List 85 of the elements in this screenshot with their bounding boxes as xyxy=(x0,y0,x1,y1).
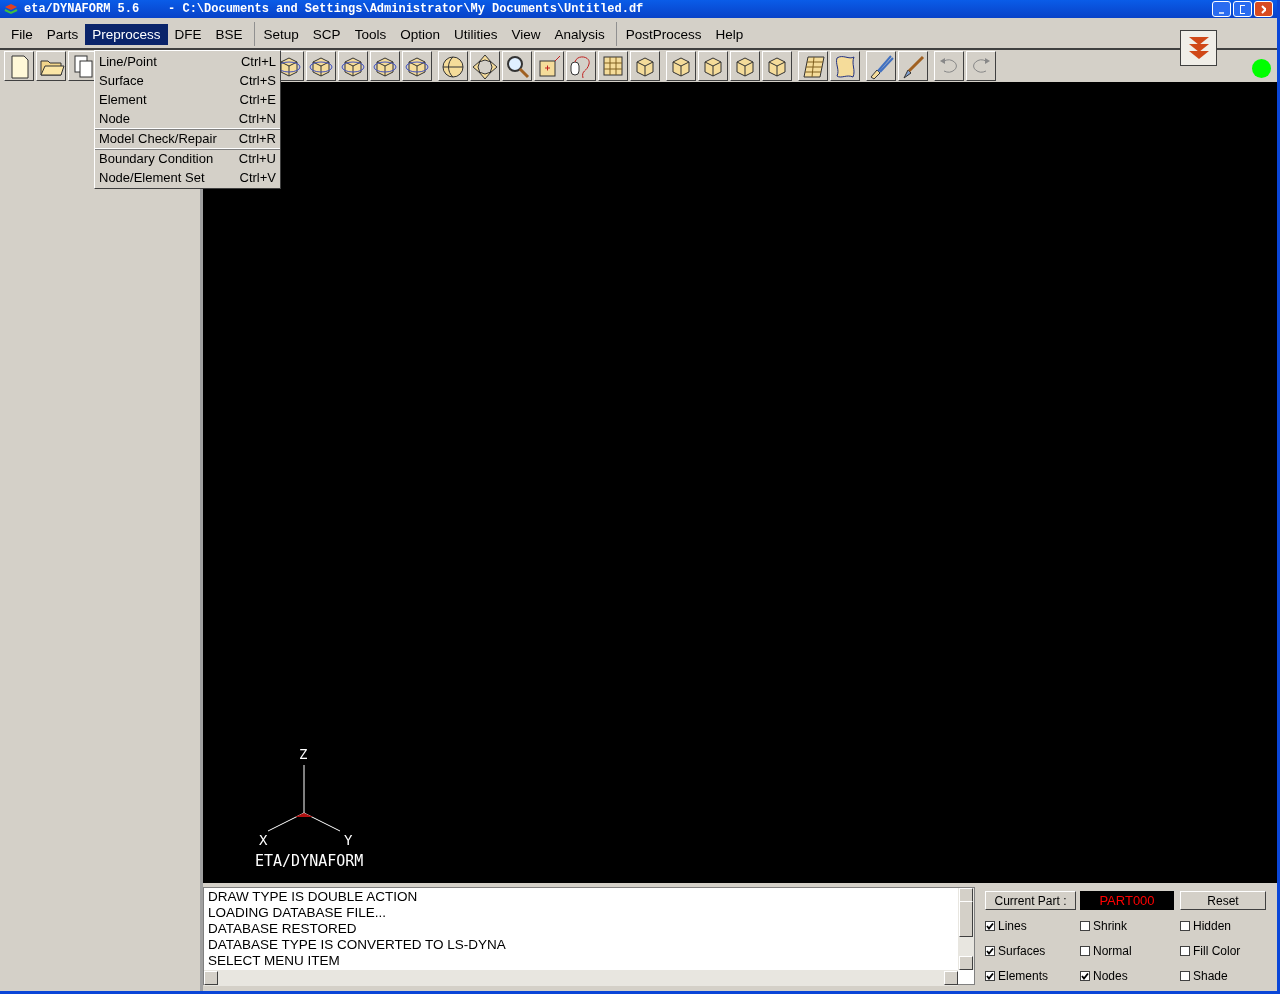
pen-icon[interactable] xyxy=(898,51,928,81)
cube-icon[interactable] xyxy=(698,51,728,81)
log-line: DATABASE TYPE IS CONVERTED TO LS-DYNA xyxy=(208,937,507,953)
minimize-icon xyxy=(1219,11,1224,14)
axis-label: Z xyxy=(299,746,308,762)
mouse-icon[interactable] xyxy=(566,51,596,81)
checkbox[interactable] xyxy=(1180,970,1190,981)
cube-icon[interactable] xyxy=(630,51,660,81)
dropdown-item[interactable]: Surface Ctrl+S xyxy=(95,71,280,90)
rotate-cube-icon[interactable] xyxy=(370,51,400,81)
checkbox-label: Elements xyxy=(998,968,1049,983)
maximize-button[interactable] xyxy=(1233,1,1252,17)
brush-icon[interactable] xyxy=(866,51,896,81)
open-folder-icon[interactable] xyxy=(36,51,66,81)
checkbox-label: Surfaces xyxy=(998,943,1046,958)
log-line: SELECT MENU ITEM xyxy=(208,953,341,969)
checkbox[interactable] xyxy=(1080,920,1090,931)
log-line: DATABASE RESTORED xyxy=(208,921,358,937)
reset-button[interactable]: Reset xyxy=(1180,891,1266,910)
checkbox-label: Lines xyxy=(998,918,1027,933)
log-line: DRAW TYPE IS DOUBLE ACTION xyxy=(208,889,419,905)
dropdown-item[interactable]: Line/Point Ctrl+L xyxy=(95,52,280,71)
checkbox[interactable] xyxy=(985,920,995,931)
minimize-button[interactable] xyxy=(1212,1,1231,17)
vertical-scrollbar[interactable] xyxy=(958,888,974,970)
logo-text: ETA/DYNAFORM xyxy=(255,852,364,870)
cube-icon[interactable] xyxy=(762,51,792,81)
dropdown-item[interactable]: Model Check/Repair Ctrl+R xyxy=(95,129,280,148)
current-part-field: PART000 xyxy=(1080,891,1174,910)
menu-item[interactable]: BSE xyxy=(208,23,250,45)
zoom-icon[interactable] xyxy=(502,51,532,81)
axis-label: X xyxy=(259,832,268,848)
zoom-box-icon[interactable] xyxy=(534,51,564,81)
menu-item[interactable]: Tools xyxy=(347,23,394,45)
undo-icon[interactable] xyxy=(934,51,964,81)
checkbox[interactable] xyxy=(1080,970,1090,981)
mesh-icon[interactable] xyxy=(798,51,828,81)
window-title: eta/DYNAFORM 5.6 - C:\Documents and Settings\Administrator\My Documents\Untitled.df xyxy=(24,2,644,16)
collapse-button[interactable] xyxy=(1180,30,1217,66)
axis-label: Y xyxy=(344,832,353,848)
dropdown-item[interactable]: Boundary Condition Ctrl+U xyxy=(95,149,280,168)
menu-item[interactable]: View xyxy=(504,23,548,45)
surface-patch-icon[interactable] xyxy=(830,51,860,81)
pan-arrows-icon[interactable] xyxy=(470,51,500,81)
cube-icon[interactable] xyxy=(730,51,760,81)
checkbox-label: Hidden xyxy=(1193,918,1232,933)
cube-icon[interactable] xyxy=(666,51,696,81)
menu-item[interactable]: Analysis xyxy=(547,23,612,45)
log-line: LOADING DATABASE FILE... xyxy=(208,905,388,921)
grid-icon[interactable] xyxy=(598,51,628,81)
horizontal-scrollbar[interactable] xyxy=(204,970,958,986)
dropdown-item[interactable]: Node/Element Set Ctrl+V xyxy=(95,168,280,187)
menu-item[interactable]: PostProcess xyxy=(618,23,709,45)
menu-item[interactable]: Help xyxy=(708,23,751,45)
menu-item[interactable]: Parts xyxy=(39,23,86,45)
checkbox-label: Nodes xyxy=(1093,968,1128,983)
checkbox-label: Fill Color xyxy=(1193,943,1241,958)
redo-icon[interactable] xyxy=(966,51,996,81)
menu-item[interactable]: Utilities xyxy=(446,23,505,45)
checkbox-label: Normal xyxy=(1093,943,1132,958)
menu-item[interactable]: Preprocess xyxy=(85,23,168,45)
rotate-cube-icon[interactable] xyxy=(306,51,336,81)
rotate-cube-icon[interactable] xyxy=(402,51,432,81)
menu-item[interactable]: Option xyxy=(393,23,447,45)
checkbox[interactable] xyxy=(985,945,995,956)
menu-item[interactable]: File xyxy=(4,23,40,45)
close-icon xyxy=(1261,4,1266,14)
dropdown-item[interactable]: Element Ctrl+E xyxy=(95,90,280,109)
current-part-button[interactable]: Current Part : xyxy=(985,891,1076,910)
rotate-cube-icon[interactable] xyxy=(338,51,368,81)
dropdown-item[interactable]: Node Ctrl+N xyxy=(95,109,280,128)
menu-item[interactable]: SCP xyxy=(305,23,348,45)
status-indicator xyxy=(1252,59,1271,78)
menu-item[interactable]: Setup xyxy=(256,23,306,45)
checkbox-label: Shade xyxy=(1193,968,1228,983)
app-icon xyxy=(4,2,18,16)
checkbox[interactable] xyxy=(1080,945,1090,956)
menu-item[interactable]: DFE xyxy=(167,23,209,45)
checkbox[interactable] xyxy=(985,970,995,981)
close-button[interactable] xyxy=(1254,1,1273,17)
maximize-icon xyxy=(1240,4,1245,14)
new-file-icon[interactable] xyxy=(4,51,34,81)
checkbox[interactable] xyxy=(1180,920,1190,931)
checkbox-label: Shrink xyxy=(1093,918,1127,933)
checkbox[interactable] xyxy=(1180,945,1190,956)
